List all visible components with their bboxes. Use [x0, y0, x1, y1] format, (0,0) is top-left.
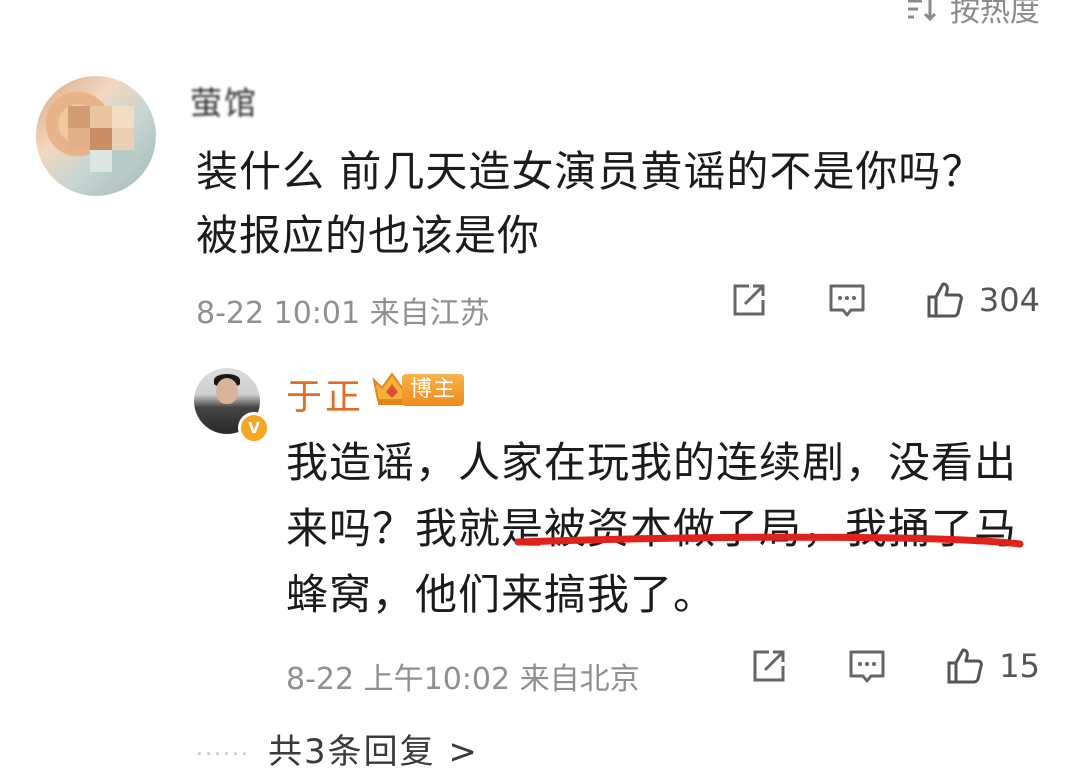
more-replies-link[interactable]: 共3条回复 > — [268, 724, 479, 773]
sort-icon — [908, 0, 937, 22]
more-replies[interactable]: ...... 共3条回复 > — [196, 724, 479, 773]
more-replies-dots: ...... — [196, 736, 250, 761]
sort-label: 按热度 — [950, 0, 1040, 29]
reply-actions: 15 — [749, 646, 1040, 686]
blogger-badge: 博主 — [402, 374, 465, 406]
comment-icon[interactable] — [827, 280, 867, 320]
comment-actions: 304 — [729, 280, 1040, 320]
commenter-username[interactable]: 萤馆 — [190, 78, 258, 124]
reply-meta: 8-22 上午10:02 来自北京 — [286, 654, 640, 698]
verified-badge-icon: V — [238, 412, 270, 444]
comment-text: 装什么 前几天造女演员黄谣的不是你吗？被报应的也该是你 — [196, 147, 985, 260]
comment-timestamp: 8-22 10:01 — [196, 296, 361, 331]
sort-by-hot-button[interactable]: 按热度 — [906, 0, 1040, 30]
reply-location: 来自北京 — [519, 662, 640, 697]
commenter-avatar[interactable] — [36, 76, 156, 196]
reply-text-highlight: 我就是被资本做了局， — [415, 504, 846, 553]
reply-like-button[interactable]: 15 — [945, 646, 1040, 686]
comment-meta: 8-22 10:01 来自江苏 — [196, 288, 490, 332]
like-count: 304 — [978, 281, 1040, 319]
reply-like-icon — [947, 648, 984, 684]
reply-timestamp: 8-22 上午10:02 — [286, 662, 511, 697]
comment-location: 来自江苏 — [369, 296, 490, 331]
like-button[interactable]: 304 — [925, 280, 1040, 320]
blogger-username[interactable]: 于正 — [286, 368, 364, 420]
like-icon — [927, 282, 963, 318]
reply-repost-icon[interactable] — [749, 646, 789, 686]
reply-comment-icon[interactable] — [847, 646, 887, 686]
reply-text: 我造谣，人家在玩我的连续剧，没看出来吗？我就是被资本做了局，我捅了马蜂窝，他们来… — [286, 430, 1026, 628]
repost-icon[interactable] — [729, 280, 769, 320]
reply-like-count: 15 — [999, 647, 1040, 685]
